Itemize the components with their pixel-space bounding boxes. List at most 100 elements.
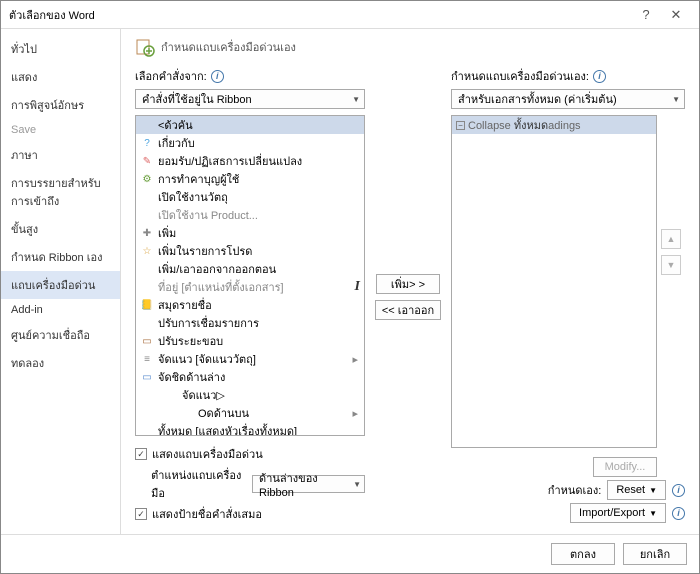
tree-item[interactable]: −Collapse ทั้งหมดadings xyxy=(452,116,656,134)
command-item[interactable]: ✎ยอมรับ/ปฏิเสธการเปลี่ยนแปลง xyxy=(136,152,364,170)
checkbox-icon: ✓ xyxy=(135,448,147,460)
command-item[interactable]: ▭จัดชิดด้านล่าง xyxy=(136,368,364,386)
command-item[interactable]: ✚เพิ่ม xyxy=(136,224,364,242)
expand-icon: ▸ xyxy=(352,407,364,420)
command-icon: ≡ xyxy=(140,352,154,366)
customize-label-row: กําหนดแถบเครื่องมือด่วนเอง: i xyxy=(451,67,685,85)
toolbar-position-row: ตำแหน่งแถบเครื่องมือ ด้านล่างของ Ribbon … xyxy=(135,466,365,502)
dialog-body: ทั่วไปแสดงการพิสูจน์อักษรSaveภาษาการบรรย… xyxy=(1,29,699,534)
commands-listbox[interactable]: <ด้วคัน?เกี่ยวกับ✎ยอมรับ/ปฏิเสธการเปลี่ย… xyxy=(135,115,365,436)
info-icon[interactable]: i xyxy=(593,70,606,83)
command-icon xyxy=(140,280,154,294)
show-labels-checkbox-row[interactable]: ✓ แสดงป้ายชื่อคำสั่งเสมอ xyxy=(135,505,365,523)
window-title: ตัวเลือกของ Word xyxy=(9,6,631,24)
command-item[interactable]: จัดแนว▷ xyxy=(136,386,364,404)
sidebar-item[interactable]: Save xyxy=(1,119,120,141)
command-icon: 📒 xyxy=(140,298,154,312)
main-panel: กําหนดแถบเครื่องมือด่วนเอง เลือกคำสั่งจา… xyxy=(121,29,699,534)
chevron-down-icon: ▼ xyxy=(649,509,657,518)
chevron-down-icon: ▼ xyxy=(649,486,657,495)
ok-button[interactable]: ตกลง xyxy=(551,543,615,565)
help-button[interactable]: ? xyxy=(631,7,661,22)
sidebar-item[interactable]: ทั่วไป xyxy=(1,35,120,63)
command-icon: ▭ xyxy=(140,370,154,384)
command-item[interactable]: <ด้วคัน xyxy=(136,116,364,134)
command-icon: ? xyxy=(140,136,154,150)
move-up-button[interactable]: ▲ xyxy=(661,229,681,249)
command-item[interactable]: ☆เพิ่มในรายการโปรด xyxy=(136,242,364,260)
sidebar-item[interactable]: ภาษา xyxy=(1,141,120,169)
sidebar: ทั่วไปแสดงการพิสูจน์อักษรSaveภาษาการบรรย… xyxy=(1,29,121,534)
collapse-icon[interactable]: − xyxy=(456,121,465,130)
command-icon: ⚙ xyxy=(140,172,154,186)
panel-title: กําหนดแถบเครื่องมือด่วนเอง xyxy=(161,38,296,56)
choose-from-dropdown[interactable]: คำสั่งที่ใช้อยู่ใน Ribbon ▼ xyxy=(135,89,365,109)
sidebar-item[interactable]: การบรรยายสำหรับการเข้าถึง xyxy=(1,169,120,215)
command-item[interactable]: ≡จัดแนว [จัดแนววัตถุ]▸ xyxy=(136,350,364,368)
columns: เลือกคำสั่งจาก: i คำสั่งที่ใช้อยู่ใน Rib… xyxy=(135,67,685,526)
info-icon[interactable]: i xyxy=(672,484,685,497)
sidebar-item[interactable]: แถบเครื่องมือด่วน xyxy=(1,271,120,299)
expand-icon: ▸ xyxy=(352,353,364,366)
command-item[interactable]: Oดด้านบน▸ xyxy=(136,404,364,422)
command-item[interactable]: เปิดใช้งานวัตถุ xyxy=(136,188,364,206)
add-button[interactable]: เพิ่ม> > xyxy=(376,274,440,294)
checkbox-icon: ✓ xyxy=(135,508,147,520)
qat-tree[interactable]: −Collapse ทั้งหมดadings xyxy=(451,115,657,448)
reorder-buttons: ▲ ▼ xyxy=(661,229,681,275)
sidebar-item[interactable]: ศูนย์ความเชื่อถือ xyxy=(1,321,120,349)
chevron-down-icon: ▼ xyxy=(352,95,360,104)
show-qat-checkbox-row[interactable]: ✓ แสดงแถบเครื่องมือด่วน xyxy=(135,445,365,463)
left-column: เลือกคำสั่งจาก: i คำสั่งที่ใช้อยู่ใน Rib… xyxy=(135,67,365,526)
close-button[interactable]: ✕ xyxy=(661,7,691,23)
command-icon: ✎ xyxy=(140,154,154,168)
command-icon xyxy=(164,388,178,402)
for-document-dropdown[interactable]: สำหรับเอกสารทั้งหมด (ค่าเริ่มต้น) ▼ xyxy=(451,89,685,109)
sidebar-item[interactable]: กําหนด Ribbon เอง xyxy=(1,243,120,271)
sidebar-item[interactable]: Add-in xyxy=(1,299,120,321)
cancel-button[interactable]: ยกเลิก xyxy=(623,543,687,565)
sidebar-item[interactable]: แสดง xyxy=(1,63,120,91)
left-bottom: ✓ แสดงแถบเครื่องมือด่วน ตำแหน่งแถบเครื่อ… xyxy=(135,442,365,526)
remove-button[interactable]: << เอาออก xyxy=(375,300,441,320)
move-down-button[interactable]: ▼ xyxy=(661,255,681,275)
command-icon xyxy=(180,406,194,420)
command-item[interactable]: เพิ่ม/เอาออกจากออกตอน xyxy=(136,260,364,278)
choose-from-label-row: เลือกคำสั่งจาก: i xyxy=(135,67,365,85)
command-item[interactable]: ปรับการเชื่อมรายการ xyxy=(136,314,364,332)
sidebar-item[interactable]: ทดลอง xyxy=(1,349,120,377)
command-icon: ☆ xyxy=(140,244,154,258)
command-item[interactable]: ทั้งหมด [แสดงหัวเรื่องทั้งหมด] xyxy=(136,422,364,435)
qat-icon xyxy=(135,37,155,57)
command-icon xyxy=(140,208,154,222)
choose-from-label: เลือกคำสั่งจาก: xyxy=(135,67,207,85)
dialog-footer: ตกลง ยกเลิก xyxy=(1,534,699,573)
command-item[interactable]: 📒สมุดรายชื่อ xyxy=(136,296,364,314)
import-export-button[interactable]: Import/Export▼ xyxy=(570,503,666,523)
sidebar-item[interactable]: ขั้นสูง xyxy=(1,215,120,243)
command-item[interactable]: ?เกี่ยวกับ xyxy=(136,134,364,152)
command-item[interactable]: ⚙การทำคาบุญผู้ใช้ xyxy=(136,170,364,188)
command-icon xyxy=(140,316,154,330)
command-icon xyxy=(140,190,154,204)
command-item[interactable]: ▭ปรับระยะขอบ xyxy=(136,332,364,350)
info-icon[interactable]: i xyxy=(672,507,685,520)
toolbar-position-dropdown[interactable]: ด้านล่างของ Ribbon ▼ xyxy=(252,475,365,493)
customize-label: กําหนดแถบเครื่องมือด่วนเอง: xyxy=(451,67,589,85)
right-column: กําหนดแถบเครื่องมือด่วนเอง: i สำหรับเอกส… xyxy=(451,67,685,526)
middle-column: เพิ่ม> > << เอาออก xyxy=(373,67,443,526)
reset-button[interactable]: Reset▼ xyxy=(607,480,666,500)
info-icon[interactable]: i xyxy=(211,70,224,83)
text-cursor-icon: I xyxy=(355,279,360,295)
modify-button: Modify... xyxy=(593,457,657,477)
sidebar-item[interactable]: การพิสูจน์อักษร xyxy=(1,91,120,119)
panel-header: กําหนดแถบเครื่องมือด่วนเอง xyxy=(135,37,685,57)
chevron-down-icon: ▼ xyxy=(353,480,361,489)
command-icon: ✚ xyxy=(140,226,154,240)
command-item[interactable]: ที่อยู่ [ตำแหน่งที่ตั้งเอกสาร]I xyxy=(136,278,364,296)
command-icon xyxy=(140,118,154,132)
customizations-label: กำหนดเอง: xyxy=(548,481,602,499)
right-bottom: Modify... กำหนดเอง: Reset▼ i Import/Expo… xyxy=(451,454,685,526)
command-icon: ▭ xyxy=(140,334,154,348)
command-item[interactable]: เปิดใช้งาน Product... xyxy=(136,206,364,224)
